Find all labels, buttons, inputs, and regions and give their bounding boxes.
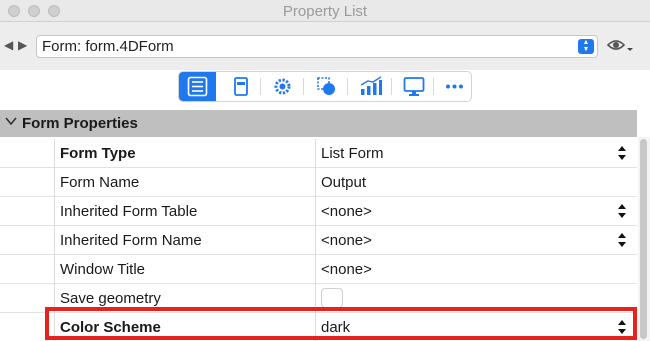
property-toolbar — [178, 71, 472, 102]
property-value[interactable]: List Form — [321, 145, 384, 162]
stepper-icon[interactable] — [617, 203, 627, 219]
toolbar-separator — [303, 78, 304, 95]
property-name: Form Type — [60, 145, 136, 162]
column-divider — [315, 197, 316, 226]
form-selector-label: Form: form.4DForm — [42, 38, 174, 55]
property-name: Form Name — [60, 174, 140, 191]
eye-icon[interactable] — [606, 38, 633, 54]
column-divider — [315, 168, 316, 197]
property-value[interactable]: <none> — [321, 261, 372, 278]
settings-properties-button[interactable] — [264, 72, 301, 101]
property-value[interactable]: <none> — [321, 203, 372, 220]
stepper-icon[interactable] — [617, 232, 627, 248]
save-geometry-checkbox[interactable] — [321, 288, 343, 308]
object-properties-button[interactable] — [223, 72, 260, 101]
section-header[interactable]: Form Properties — [0, 110, 637, 137]
shape-properties-button[interactable] — [308, 72, 345, 101]
property-row-form-type[interactable]: Form Type List Form — [0, 139, 637, 168]
list-icon — [187, 76, 208, 97]
property-row-inherited-form-name[interactable]: Inherited Form Name <none> — [0, 226, 637, 255]
row-indent — [0, 139, 55, 168]
color-scheme-highlight-box — [45, 307, 637, 340]
back-arrow-icon[interactable]: ◀ — [4, 38, 13, 52]
window-title: Property List — [282, 3, 368, 20]
display-properties-button[interactable] — [395, 72, 432, 101]
row-indent — [0, 255, 55, 284]
property-name: Window Title — [60, 261, 146, 278]
chevron-down-icon[interactable] — [5, 115, 17, 130]
property-name: Inherited Form Name — [60, 232, 202, 249]
scrollbar-thumb[interactable] — [640, 139, 647, 339]
row-indent — [0, 168, 55, 197]
column-divider — [315, 139, 316, 168]
gear-icon — [274, 78, 291, 95]
form-selector-stepper-icon[interactable]: ▲ ▼ — [578, 39, 594, 54]
form-selector[interactable]: Form: form.4DForm ▲ ▼ — [36, 35, 598, 58]
chart-icon — [360, 76, 382, 95]
object-icon — [234, 77, 248, 96]
more-icon — [446, 84, 463, 89]
more-button[interactable] — [436, 72, 473, 101]
property-row-window-title[interactable]: Window Title <none> — [0, 255, 637, 284]
navigation-bar: ◀ ▶ Form: form.4DForm ▲ ▼ — [0, 22, 650, 70]
property-panel: Form Properties Form Type List Form Form… — [0, 110, 650, 341]
column-divider — [315, 255, 316, 284]
row-indent — [0, 226, 55, 255]
property-row-inherited-form-table[interactable]: Inherited Form Table <none> — [0, 197, 637, 226]
toolbar-separator — [433, 78, 434, 95]
list-properties-button[interactable] — [179, 72, 216, 101]
property-name: Save geometry — [60, 290, 161, 307]
row-indent — [0, 197, 55, 226]
section-title: Form Properties — [22, 115, 138, 132]
monitor-icon — [403, 77, 425, 96]
shape-icon — [317, 77, 335, 95]
stepper-icon[interactable] — [617, 145, 627, 161]
toolbar-separator — [347, 78, 348, 95]
toolbar-separator — [391, 78, 392, 95]
property-value[interactable]: <none> — [321, 232, 372, 249]
property-name: Inherited Form Table — [60, 203, 198, 220]
column-divider — [315, 226, 316, 255]
chart-properties-button[interactable] — [351, 72, 388, 101]
vertical-scrollbar[interactable] — [638, 137, 650, 341]
toolbar-separator — [260, 78, 261, 95]
forward-arrow-icon[interactable]: ▶ — [18, 38, 27, 52]
property-value[interactable]: Output — [321, 174, 366, 191]
title-bar: Property List — [0, 0, 650, 22]
property-row-form-name[interactable]: Form Name Output — [0, 168, 637, 197]
